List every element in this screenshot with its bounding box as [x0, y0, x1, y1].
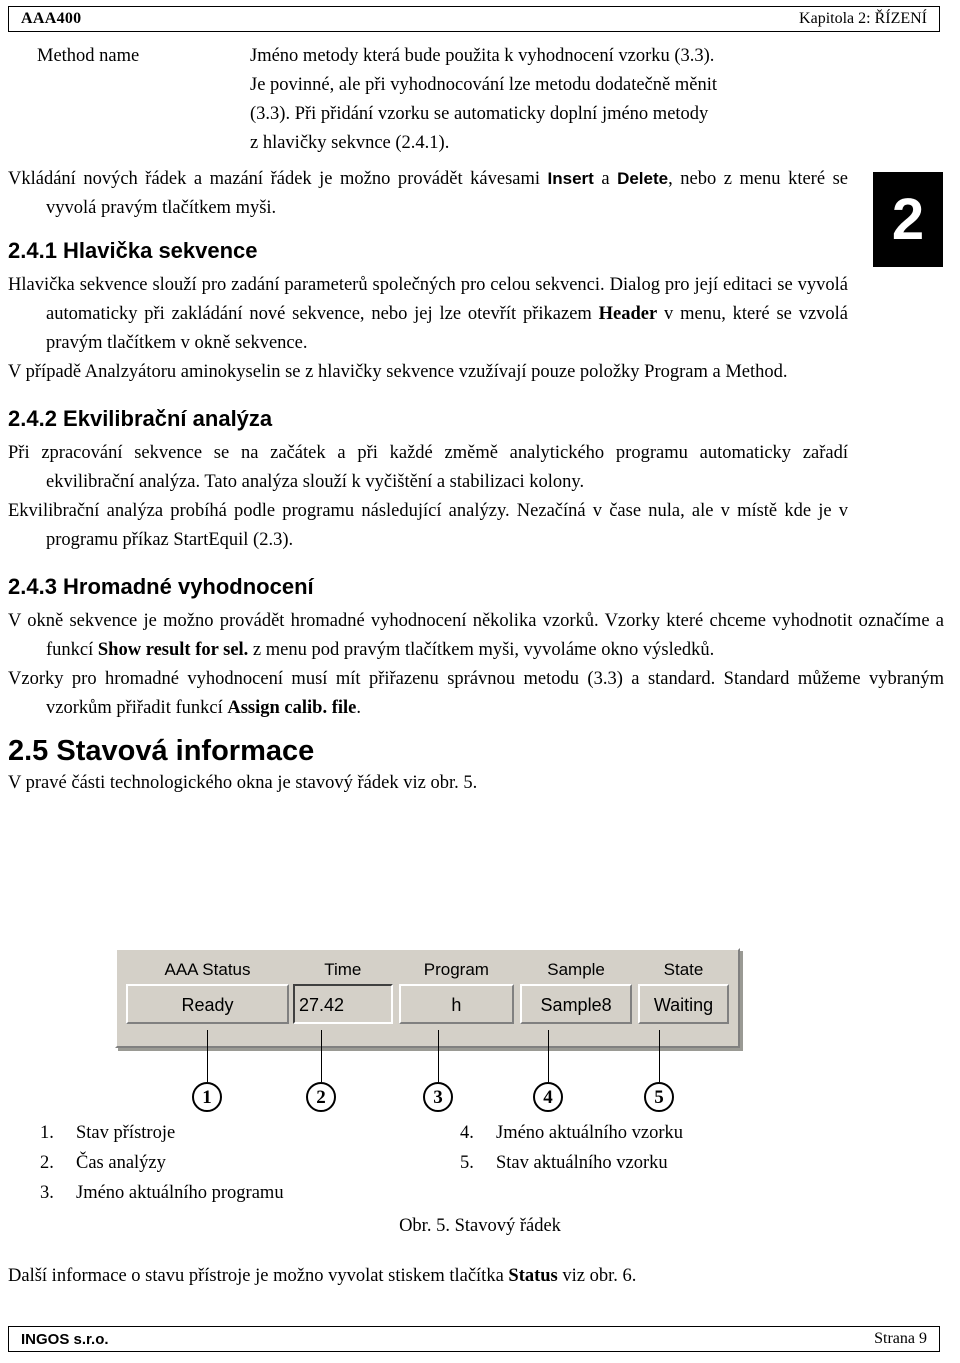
status-label: Program: [423, 960, 489, 979]
status-label: State: [663, 960, 704, 979]
footer-page-number: Strana 9: [874, 1330, 927, 1347]
paragraph: Vzorky pro hromadné vyhodnocení musí mít…: [8, 665, 944, 723]
tail-text-2: viz obr. 6.: [557, 1266, 637, 1286]
heading-2-4-1: 2.4.1 Hlavička sekvence: [8, 238, 258, 263]
paragraph-text-1: Vzorky pro hromadné vyhodnocení musí mít…: [8, 669, 944, 718]
definition-term: Method name: [37, 46, 140, 66]
callout-marker-4: 4: [533, 1082, 563, 1112]
header-chapter-title: Kapitola 2: ŘÍZENÍ: [799, 10, 927, 27]
keyword-status: Status: [508, 1266, 558, 1286]
legend-number: 4.: [460, 1123, 474, 1143]
callout-leader-line: [438, 1030, 439, 1082]
legend-number: 2.: [40, 1153, 54, 1173]
status-label: Sample: [547, 960, 605, 979]
definition-line: z hlavičky sekvnce (2.4.1).: [250, 133, 450, 153]
header-product-name: AAA400: [21, 10, 82, 27]
intro-paragraph-block: Vkládání nových řádek a mazání řádek je …: [0, 164, 960, 223]
callout-leader-line: [659, 1030, 660, 1082]
paragraph-text-2: z menu pod pravým tlačítkem myši, vyvolá…: [248, 640, 715, 660]
legend-number: 5.: [460, 1153, 474, 1173]
keyword-show-result-for-sel: Show result for sel.: [97, 640, 249, 660]
status-field-program[interactable]: h: [398, 984, 515, 1024]
status-column-aaa-status: AAA Status Ready: [126, 958, 290, 1024]
callout-leader-line: [548, 1030, 549, 1082]
legend-item: 5. Stav aktuálního vzorku: [460, 1148, 683, 1178]
status-field-time[interactable]: 27.42: [293, 984, 393, 1024]
paragraph: Ekvilibrační analýza probíhá podle progr…: [8, 501, 848, 550]
keyword-header: Header: [598, 304, 658, 324]
paragraph: V pravé části technologického okna je st…: [8, 773, 478, 793]
status-bar-widget: AAA Status Ready Time 27.42 Program h Sa…: [115, 948, 740, 1048]
definition-description: Jméno metody která bude použita k vyhodn…: [250, 42, 850, 158]
paragraph: Při zpracování sekvence se na začátek a …: [8, 443, 848, 492]
keyword-insert: Insert: [547, 169, 594, 188]
figure-legend-right: 4. Jméno aktuálního vzorku 5. Stav aktuá…: [460, 1118, 683, 1178]
status-label: AAA Status: [164, 960, 251, 979]
callout-marker-1: 1: [192, 1082, 222, 1112]
intro-paragraph: Vkládání nových řádek a mazání řádek je …: [8, 164, 848, 223]
section-2-4-2-body: Při zpracování sekvence se na začátek a …: [0, 439, 960, 555]
definition-line: Je povinné, ale při vyhodnocování lze me…: [250, 75, 717, 95]
heading-2-4-3: 2.4.3 Hromadné vyhodnocení: [8, 574, 314, 599]
legend-item: 3. Jméno aktuálního programu: [40, 1178, 284, 1208]
section-2-5-body: V pravé části technologického okna je st…: [0, 769, 960, 798]
section-2-4-3-body: V okně sekvence je možno provádět hromad…: [0, 607, 960, 723]
callout-leader-line: [207, 1030, 208, 1082]
paragraph: V okně sekvence je možno provádět hromad…: [8, 607, 944, 665]
document-body: Method name Jméno metody která bude použ…: [0, 42, 960, 798]
paragraph-text-2: .: [356, 698, 361, 718]
legend-text: Stav aktuálního vzorku: [496, 1153, 668, 1173]
status-field-aaa-status[interactable]: Ready: [126, 984, 290, 1024]
tail-text-1: Další informace o stavu přístroje je mož…: [8, 1266, 509, 1286]
page-footer: INGOS s.r.o. Strana 9: [8, 1326, 940, 1352]
status-column-sample: Sample Sample8: [520, 958, 632, 1024]
status-field-sample[interactable]: Sample8: [520, 984, 632, 1024]
callout-marker-2: 2: [306, 1082, 336, 1112]
definition-row-method-name: Method name Jméno metody která bude použ…: [0, 42, 960, 158]
footer-company-name: INGOS s.r.o.: [21, 1330, 109, 1348]
tail-paragraph: Další informace o stavu přístroje je mož…: [8, 1262, 952, 1291]
status-label: Time: [324, 960, 362, 979]
legend-item: 4. Jméno aktuálního vzorku: [460, 1118, 683, 1148]
definition-line: Jméno metody která bude použita k vyhodn…: [250, 46, 715, 66]
figure-legend-left: 1. Stav přístroje 2. Čas analýzy 3. Jmén…: [40, 1118, 284, 1208]
legend-text: Čas analýzy: [76, 1153, 166, 1173]
section-2-4-1-body: Hlavička sekvence slouží pro zadání para…: [0, 271, 960, 387]
legend-text: Jméno aktuálního vzorku: [496, 1123, 684, 1143]
status-field-state[interactable]: Waiting: [638, 984, 729, 1024]
legend-item: 1. Stav přístroje: [40, 1118, 284, 1148]
paragraph: Hlavička sekvence slouží pro zadání para…: [8, 271, 848, 358]
page-header: AAA400 Kapitola 2: ŘÍZENÍ: [8, 6, 940, 32]
legend-text: Stav přístroje: [76, 1123, 176, 1143]
heading-2-4-2: 2.4.2 Ekvilibrační analýza: [8, 406, 273, 431]
legend-item: 2. Čas analýzy: [40, 1148, 284, 1178]
legend-text: Jméno aktuálního programu: [76, 1183, 284, 1203]
status-column-state: State Waiting: [638, 958, 729, 1024]
intro-text-1: Vkládání nových řádek a mazání řádek je …: [8, 169, 548, 189]
heading-2-5: 2.5 Stavová informace: [8, 735, 315, 767]
callout-marker-5: 5: [644, 1082, 674, 1112]
intro-text-2: a: [593, 169, 618, 189]
keyword-assign-calib-file: Assign calib. file: [227, 698, 357, 718]
paragraph: V případě Analzyátoru aminokyselin se z …: [8, 362, 788, 382]
callout-leader-line: [321, 1030, 322, 1082]
callout-marker-3: 3: [423, 1082, 453, 1112]
status-column-program: Program h: [398, 958, 515, 1024]
legend-number: 1.: [40, 1123, 54, 1143]
figure-caption: Obr. 5. Stavový řádek: [399, 1216, 561, 1236]
definition-line: (3.3). Při přidání vzorku se automaticky…: [250, 104, 709, 124]
keyword-delete: Delete: [617, 169, 669, 188]
legend-number: 3.: [40, 1183, 54, 1203]
status-column-time: Time 27.42: [293, 958, 393, 1024]
